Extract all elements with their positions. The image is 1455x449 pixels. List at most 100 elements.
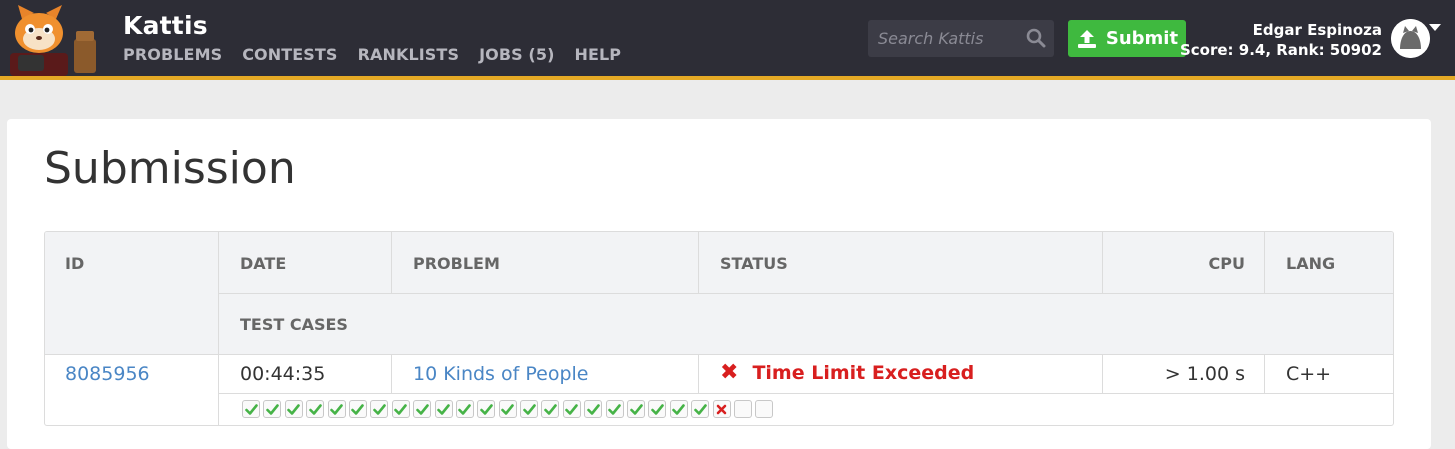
test-case-passed <box>605 400 624 418</box>
test-case-passed <box>669 400 688 418</box>
header-id: ID <box>65 254 85 273</box>
test-case-passed <box>263 400 282 418</box>
submission-id[interactable]: 8085956 <box>65 363 150 385</box>
page-title: Submission <box>44 143 296 194</box>
test-case-list <box>242 400 774 418</box>
top-navigation-bar: Kattis PROBLEMS CONTESTS RANKLISTS JOBS … <box>0 0 1455 80</box>
check-icon <box>629 403 643 415</box>
check-icon <box>394 403 408 415</box>
test-case-passed <box>306 400 325 418</box>
check-icon <box>544 403 557 415</box>
submit-label: Submit <box>1105 28 1179 49</box>
main-nav: PROBLEMS CONTESTS RANKLISTS JOBS (5) HEL… <box>123 45 621 64</box>
row-divider <box>45 354 1393 355</box>
test-case-passed <box>327 400 346 418</box>
test-case-passed <box>242 400 260 418</box>
test-case-passed <box>284 400 303 418</box>
status-text: Time Limit Exceeded <box>752 362 975 384</box>
nav-ranklists[interactable]: RANKLISTS <box>358 45 460 64</box>
column-divider <box>391 232 392 293</box>
check-icon <box>437 403 450 415</box>
test-case-passed <box>562 400 581 418</box>
test-case-passed <box>541 400 560 418</box>
check-icon <box>586 403 600 415</box>
check-icon <box>351 403 365 415</box>
language: C++ <box>1286 363 1332 385</box>
x-mark-icon <box>716 404 727 414</box>
test-case-passed <box>498 400 517 418</box>
check-icon <box>458 403 472 415</box>
test-case-passed <box>434 400 453 418</box>
user-avatar-icon[interactable] <box>1391 19 1430 58</box>
test-case-passed <box>455 400 474 418</box>
check-icon <box>608 403 621 415</box>
check-icon <box>373 403 386 415</box>
check-icon <box>415 403 429 415</box>
nav-problems[interactable]: PROBLEMS <box>123 45 222 64</box>
test-case-passed <box>348 400 367 418</box>
check-icon <box>330 403 343 415</box>
header-lang: LANG <box>1286 254 1336 273</box>
nav-help[interactable]: HELP <box>574 45 621 64</box>
check-icon <box>266 403 279 415</box>
submit-button[interactable]: Submit <box>1068 20 1186 57</box>
kattis-cat-logo-icon[interactable] <box>4 5 104 76</box>
check-icon <box>693 403 707 415</box>
test-case-failed <box>712 400 731 418</box>
check-icon <box>501 403 514 415</box>
column-divider <box>1264 354 1265 394</box>
header-date: DATE <box>240 254 287 273</box>
check-icon <box>672 403 686 415</box>
header-cpu: CPU <box>1208 254 1245 273</box>
row-divider <box>218 293 1393 294</box>
test-case-passed <box>627 400 646 418</box>
search-box <box>868 20 1054 57</box>
submission-table: ID DATE PROBLEM STATUS CPU LANG TEST CAS… <box>44 231 1394 426</box>
test-case-not-run <box>733 400 752 418</box>
nav-contests[interactable]: CONTESTS <box>242 45 337 64</box>
column-divider <box>1264 232 1265 293</box>
check-icon <box>479 403 493 415</box>
row-divider <box>218 393 1393 394</box>
check-icon <box>308 403 322 415</box>
test-case-passed <box>477 400 496 418</box>
cpu-time: > 1.00 s <box>1164 363 1245 385</box>
header-status: STATUS <box>720 254 788 273</box>
test-case-passed <box>391 400 410 418</box>
user-info[interactable]: Edgar Espinoza Score: 9.4, Rank: 50902 <box>1180 20 1382 60</box>
upload-icon <box>1077 29 1096 48</box>
submission-status: ✖ Time Limit Exceeded <box>720 360 975 385</box>
submission-id-link[interactable]: 8085956 <box>65 363 150 385</box>
caret-down-icon[interactable] <box>1429 24 1441 31</box>
test-case-passed <box>648 400 667 418</box>
header-test-cases: TEST CASES <box>240 315 348 334</box>
search-icon[interactable] <box>1026 28 1046 48</box>
user-score: Score: 9.4, Rank: 50902 <box>1179 41 1382 59</box>
check-icon <box>651 403 664 415</box>
test-case-passed <box>370 400 389 418</box>
column-divider <box>698 232 699 293</box>
column-divider <box>1102 354 1103 394</box>
submission-date: 00:44:35 <box>240 363 326 385</box>
problem-link[interactable]: 10 Kinds of People <box>413 363 588 385</box>
check-icon <box>565 403 579 415</box>
x-mark-icon: ✖ <box>720 360 739 385</box>
column-divider <box>391 354 392 394</box>
user-name: Edgar Espinoza <box>1252 21 1382 39</box>
check-icon <box>522 403 536 415</box>
column-divider <box>218 232 219 425</box>
check-icon <box>244 403 258 415</box>
test-case-passed <box>520 400 539 418</box>
test-case-passed <box>691 400 710 418</box>
column-divider <box>1102 232 1103 293</box>
test-case-passed <box>584 400 603 418</box>
column-divider <box>698 354 699 394</box>
search-input[interactable] <box>868 20 1038 57</box>
nav-jobs[interactable]: JOBS (5) <box>479 45 554 64</box>
test-case-not-run <box>755 400 774 418</box>
check-icon <box>287 403 301 415</box>
header-problem: PROBLEM <box>413 254 500 273</box>
problem-link-cell[interactable]: 10 Kinds of People <box>413 363 588 385</box>
brand-name[interactable]: Kattis <box>123 11 208 40</box>
submission-card: Submission ID DATE PROBLEM STATUS CPU LA… <box>7 119 1431 449</box>
